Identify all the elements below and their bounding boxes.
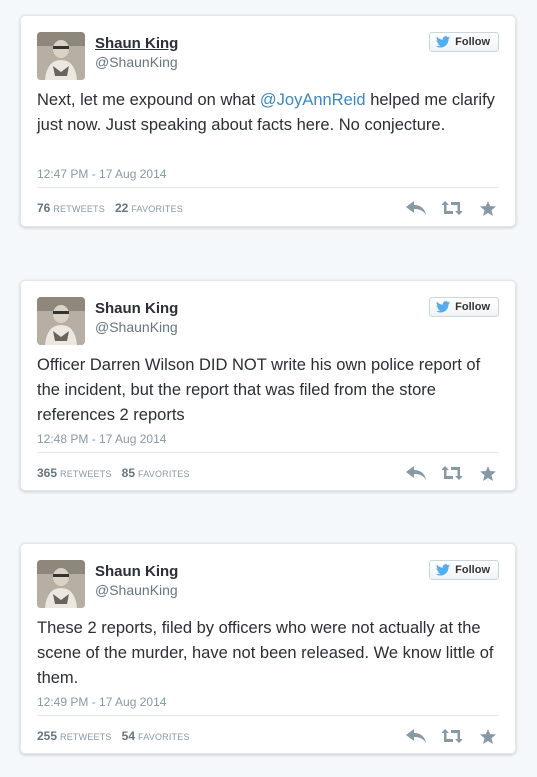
favorite-star-icon[interactable]	[477, 199, 499, 217]
retweet-count[interactable]: 255	[37, 729, 57, 743]
tweet-actions	[405, 199, 499, 217]
tweet-text: Officer Darren Wilson DID NOT write his …	[37, 353, 499, 428]
divider	[37, 715, 499, 716]
author-handle[interactable]: @ShaunKing	[95, 54, 178, 70]
twitter-bird-icon	[436, 36, 451, 48]
retweet-icon[interactable]	[441, 727, 463, 745]
favorites-label[interactable]: FAVORITES	[131, 204, 183, 214]
tweet-stats: 365 RETWEETS 85 FAVORITES	[37, 466, 200, 480]
favorite-star-icon[interactable]	[477, 727, 499, 745]
favorites-label[interactable]: FAVORITES	[138, 469, 190, 479]
timestamp[interactable]: 12:47 PM - 17 Aug 2014	[37, 167, 166, 181]
tweet-actions	[405, 727, 499, 745]
retweet-icon[interactable]	[441, 199, 463, 217]
divider	[37, 187, 499, 188]
tweet-stats: 255 RETWEETS 54 FAVORITES	[37, 729, 200, 743]
author-name[interactable]: Shaun King	[95, 300, 178, 317]
favorites-label[interactable]: FAVORITES	[138, 732, 190, 742]
divider	[37, 452, 499, 453]
retweets-label[interactable]: RETWEETS	[60, 469, 112, 479]
timestamp[interactable]: 12:49 PM - 17 Aug 2014	[37, 695, 166, 709]
twitter-bird-icon	[436, 301, 451, 313]
follow-label: Follow	[455, 36, 490, 48]
favorite-star-icon[interactable]	[477, 464, 499, 482]
avatar[interactable]	[37, 297, 85, 345]
follow-label: Follow	[455, 301, 490, 313]
reply-icon[interactable]	[405, 199, 427, 217]
retweet-count[interactable]: 365	[37, 466, 57, 480]
tweet-card: Shaun King @ShaunKing Follow These 2 rep…	[20, 543, 516, 754]
follow-label: Follow	[455, 564, 490, 576]
mention-link[interactable]: @JoyAnnReid	[260, 91, 366, 109]
tweet-text: Next, let me expound on what @JoyAnnReid…	[37, 88, 499, 138]
favorite-count[interactable]: 22	[115, 201, 128, 215]
tweet-text-start: These 2 reports, filed by officers who w…	[37, 619, 494, 687]
follow-button[interactable]: Follow	[429, 32, 499, 52]
tweet-card: Shaun King @ShaunKing Follow Next, let m…	[20, 15, 516, 227]
tweet-text: These 2 reports, filed by officers who w…	[37, 616, 499, 691]
tweet-text-start: Next, let me expound on what	[37, 91, 260, 109]
author-handle[interactable]: @ShaunKing	[95, 319, 178, 335]
avatar[interactable]	[37, 560, 85, 608]
retweet-count[interactable]: 76	[37, 201, 50, 215]
reply-icon[interactable]	[405, 727, 427, 745]
retweets-label[interactable]: RETWEETS	[53, 204, 105, 214]
timestamp[interactable]: 12:48 PM - 17 Aug 2014	[37, 432, 166, 446]
reply-icon[interactable]	[405, 464, 427, 482]
author-name[interactable]: Shaun King	[95, 563, 178, 580]
tweet-card: Shaun King @ShaunKing Follow Officer Dar…	[20, 280, 516, 491]
tweet-actions	[405, 464, 499, 482]
tweet-text-start: Officer Darren Wilson DID NOT write his …	[37, 356, 481, 424]
retweets-label[interactable]: RETWEETS	[60, 732, 112, 742]
avatar[interactable]	[37, 32, 85, 80]
author-handle[interactable]: @ShaunKing	[95, 582, 178, 598]
author-name[interactable]: Shaun King	[95, 35, 178, 52]
retweet-icon[interactable]	[441, 464, 463, 482]
favorite-count[interactable]: 85	[122, 466, 135, 480]
favorite-count[interactable]: 54	[122, 729, 135, 743]
follow-button[interactable]: Follow	[429, 560, 499, 580]
twitter-bird-icon	[436, 564, 451, 576]
follow-button[interactable]: Follow	[429, 297, 499, 317]
tweet-stats: 76 RETWEETS 22 FAVORITES	[37, 201, 193, 215]
